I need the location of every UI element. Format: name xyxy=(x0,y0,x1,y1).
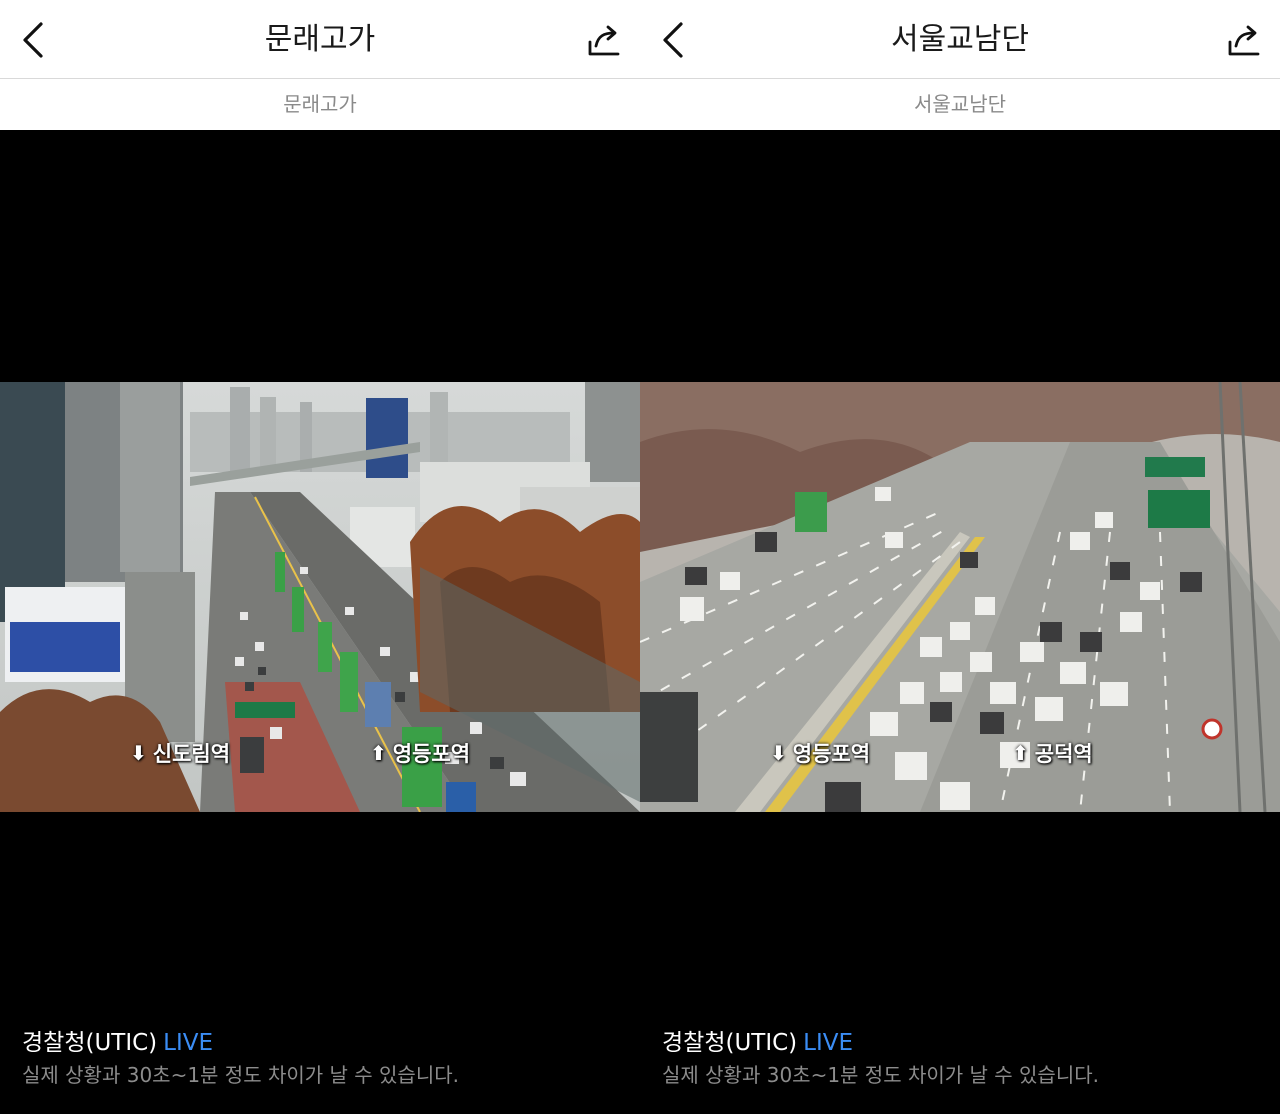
top-bar: 문래고가 xyxy=(0,0,640,79)
direction-label-right: ⬆ 공덕역 xyxy=(1012,738,1093,768)
source-name: 경찰청(UTIC) xyxy=(22,1030,158,1056)
top-bar: 서울교남단 xyxy=(640,0,1280,79)
app-root: 문래고가 문래고가 ⬇ 신도림역 ⬆ 영등포역 경찰청(UTIC) LIVE 실… xyxy=(0,0,1280,1114)
delay-notice: 실제 상황과 30초~1분 정도 차이가 날 수 있습니다. xyxy=(22,1063,459,1087)
source-line: 경찰청(UTIC) LIVE xyxy=(662,1026,1262,1060)
direction-label-left: ⬇ 영등포역 xyxy=(770,738,870,768)
direction-text: 영등포역 xyxy=(392,742,471,766)
arrow-down-icon: ⬇ xyxy=(770,741,787,765)
cctv-video-frame: ⬇ 신도림역 ⬆ 영등포역 xyxy=(0,382,640,812)
arrow-down-icon: ⬇ xyxy=(130,741,147,765)
source-name: 경찰청(UTIC) xyxy=(662,1030,798,1056)
cctv-panel-seoulgyo: 서울교남단 서울교남단 ⬇ 영등포역 ⬆ 공덕역 경찰청(UTIC) LIVE … xyxy=(640,0,1280,1114)
cctv-image xyxy=(640,382,1280,812)
direction-label-left: ⬇ 신도림역 xyxy=(130,738,230,768)
delay-notice: 실제 상황과 30초~1분 정도 차이가 날 수 있습니다. xyxy=(662,1063,1099,1087)
page-title: 서울교남단 xyxy=(891,22,1029,57)
share-button[interactable] xyxy=(1222,18,1266,62)
direction-text: 영등포역 xyxy=(792,742,871,766)
live-badge: LIVE xyxy=(163,1030,214,1056)
direction-text: 신도림역 xyxy=(152,742,231,766)
page-title: 문래고가 xyxy=(264,22,376,57)
cctv-image xyxy=(0,382,640,812)
share-arrow-icon xyxy=(1228,25,1260,56)
cctv-panel-munrae: 문래고가 문래고가 ⬇ 신도림역 ⬆ 영등포역 경찰청(UTIC) LIVE 실… xyxy=(0,0,640,1114)
back-button[interactable] xyxy=(14,18,54,62)
camera-subtitle: 문래고가 xyxy=(0,79,640,130)
live-badge: LIVE xyxy=(803,1030,854,1056)
cctv-video-frame: ⬇ 영등포역 ⬆ 공덕역 xyxy=(640,382,1280,812)
camera-subtitle: 서울교남단 xyxy=(640,79,1280,130)
back-button[interactable] xyxy=(654,18,694,62)
source-info: 경찰청(UTIC) LIVE 실제 상황과 30초~1분 정도 차이가 날 수 있… xyxy=(662,1026,1262,1090)
direction-text: 공덕역 xyxy=(1034,742,1093,766)
arrow-up-icon: ⬆ xyxy=(1012,741,1029,765)
source-info: 경찰청(UTIC) LIVE 실제 상황과 30초~1분 정도 차이가 날 수 있… xyxy=(22,1026,622,1090)
direction-label-right: ⬆ 영등포역 xyxy=(370,738,470,768)
chevron-left-icon xyxy=(23,22,43,58)
source-line: 경찰청(UTIC) LIVE xyxy=(22,1026,622,1060)
chevron-left-icon xyxy=(663,22,683,58)
share-arrow-icon xyxy=(588,25,620,56)
share-button[interactable] xyxy=(582,18,626,62)
arrow-up-icon: ⬆ xyxy=(370,741,387,765)
